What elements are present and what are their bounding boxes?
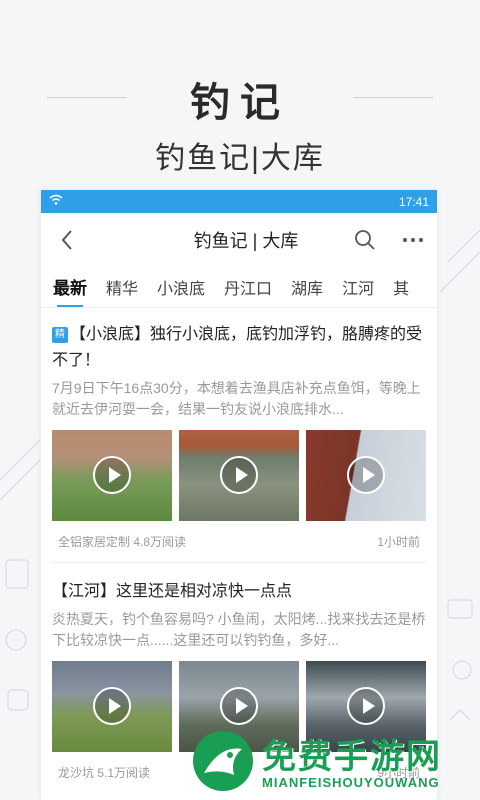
article-meta: 全铝家居定制 4.8万阅读 1小时前 — [52, 533, 426, 550]
play-icon[interactable] — [220, 456, 258, 494]
watermark-text: 免费手游网 — [262, 737, 442, 777]
video-thumbnail[interactable] — [52, 430, 172, 521]
tab-other[interactable]: 其 — [393, 275, 409, 299]
app-bar: 钓鱼记 | 大库 — [41, 213, 437, 266]
play-icon[interactable] — [220, 687, 258, 725]
tab-danjiangkou[interactable]: 丹江口 — [224, 275, 272, 299]
article-title[interactable]: 【江河】这里还是相对凉快一点点 — [52, 579, 426, 605]
status-bar: 17:41 — [41, 190, 437, 213]
play-icon[interactable] — [347, 687, 385, 725]
app-bar-title: 钓鱼记 | 大库 — [193, 230, 299, 251]
tab-xiaolangdi[interactable]: 小浪底 — [157, 275, 205, 299]
hero-subtitle: 钓鱼记|大库 — [155, 142, 325, 175]
category-tabs: 最新 精华 小浪底 丹江口 湖库 江河 其 — [41, 266, 437, 308]
post-time: 1小时前 — [377, 535, 420, 549]
play-icon[interactable] — [93, 687, 131, 725]
article-excerpt: 7月9日下午16点30分，本想着去渔具店补充点鱼饵，等晚上就近去伊河耍一会，结果… — [52, 380, 421, 417]
video-thumbnail[interactable] — [179, 430, 299, 521]
divider — [52, 562, 426, 563]
phone-screen: 17:41 钓鱼记 | 大库 最新 精华 小浪底 丹江口 湖库 江河 其 精【小… — [41, 190, 437, 800]
article-excerpt: 炎热夏天，钓个鱼容易吗? 小鱼闹，太阳烤...找来找去还是桥下比较凉快一点...… — [52, 611, 426, 648]
tab-rivers[interactable]: 江河 — [342, 275, 374, 299]
play-icon[interactable] — [93, 456, 131, 494]
watermark-subtext: MIANFEISHOUYOUWANG — [262, 775, 440, 790]
site-watermark: 免费手游网 MIANFEISHOUYOUWANG — [180, 725, 480, 800]
wifi-icon — [49, 194, 63, 209]
video-thumbnail[interactable] — [52, 661, 172, 752]
hero-divider-right — [353, 97, 433, 98]
more-icon[interactable] — [399, 226, 427, 254]
video-thumbnail[interactable] — [306, 430, 426, 521]
status-time: 17:41 — [398, 194, 429, 209]
featured-badge: 精 — [52, 327, 68, 343]
hero-title: 钓记 — [190, 81, 290, 125]
author-views: 龙沙坑 5.1万阅读 — [58, 766, 151, 780]
author-views: 全铝家居定制 4.8万阅读 — [58, 535, 187, 549]
article-title[interactable]: 精【小浪底】独行小浪底，底钓加浮钓，胳膊疼的受不了！ — [52, 322, 426, 374]
tab-lakes[interactable]: 湖库 — [291, 275, 323, 299]
tab-featured[interactable]: 精华 — [106, 275, 138, 299]
play-icon[interactable] — [347, 456, 385, 494]
article-card[interactable]: 精【小浪底】独行小浪底，底钓加浮钓，胳膊疼的受不了！ 7月9日下午16点30分，… — [41, 322, 437, 563]
tab-latest[interactable]: 最新 — [53, 274, 87, 307]
search-icon[interactable] — [351, 226, 379, 254]
watermark-logo-icon — [193, 731, 253, 791]
back-icon[interactable] — [53, 226, 81, 254]
video-thumbnails — [52, 430, 426, 521]
